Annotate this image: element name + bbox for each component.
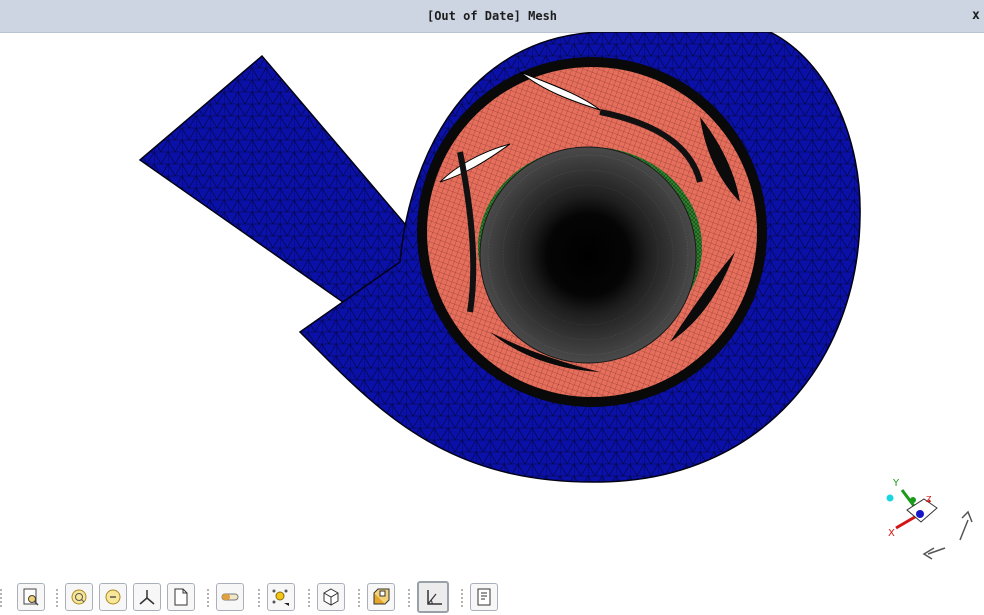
zoom-in-button[interactable]: [65, 583, 93, 611]
page-icon: [174, 588, 188, 606]
impeller-mesh: [417, 57, 767, 407]
clipping-button[interactable]: [216, 583, 244, 611]
triad-x-label: X: [888, 528, 895, 539]
toolbar-grip: [258, 588, 260, 608]
graphics-toolbar: [0, 580, 984, 615]
box-view-button[interactable]: [367, 583, 395, 611]
zoom-box-icon: [23, 588, 39, 606]
report-button[interactable]: [470, 583, 498, 611]
axes-button[interactable]: [133, 583, 161, 611]
triad-z-label: Z: [926, 495, 932, 504]
lights-button[interactable]: [267, 583, 295, 611]
orientation-triad[interactable]: Y X Z: [886, 478, 973, 560]
toolbar-grip: [308, 588, 310, 608]
lights-icon: [272, 589, 289, 606]
toolbar-grip: [408, 588, 410, 608]
zoom-in-icon: [71, 589, 87, 605]
title-bar: [Out of Date] Mesh x: [0, 0, 984, 33]
triad-y-label: Y: [892, 478, 900, 489]
page-button[interactable]: [167, 583, 195, 611]
clipping-icon: [221, 593, 239, 601]
graphics-viewport[interactable]: Y X Z: [0, 31, 984, 580]
report-icon: [477, 588, 491, 606]
box-view-icon: [373, 588, 390, 605]
toolbar-grip: [56, 588, 58, 608]
toolbar-grip: [358, 588, 360, 608]
toolbar-grip: [461, 588, 463, 608]
cube-icon: [323, 588, 339, 606]
axes-icon: [139, 590, 155, 605]
zoom-out-icon: [105, 589, 121, 605]
plot-button[interactable]: [417, 581, 449, 613]
zoom-box-button[interactable]: [17, 583, 45, 611]
close-button[interactable]: x: [972, 8, 984, 24]
zoom-out-button[interactable]: [99, 583, 127, 611]
toolbar-grip: [207, 588, 209, 608]
plot-icon: [427, 590, 442, 605]
cube-view-button[interactable]: [317, 583, 345, 611]
toolbar-grip: [0, 588, 2, 608]
window-title: [Out of Date] Mesh: [426, 9, 558, 23]
